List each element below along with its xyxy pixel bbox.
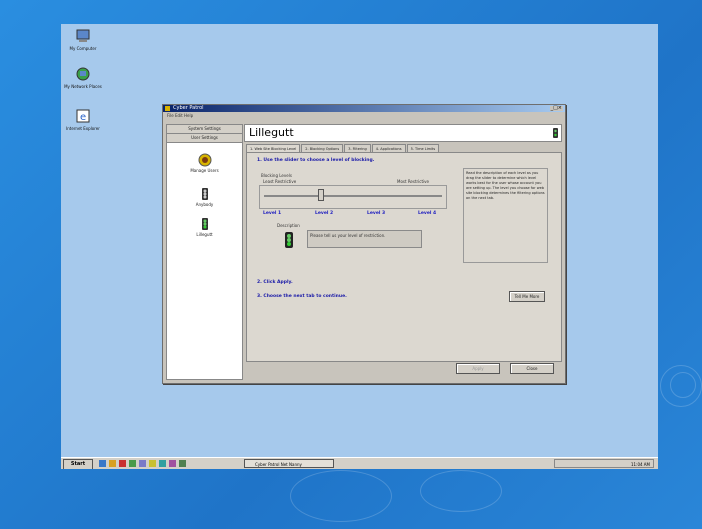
desktop: My Computer My Network Places e Internet…: [61, 24, 658, 469]
help-text-box: Read the description of each level as yo…: [463, 168, 548, 263]
svg-text:e: e: [80, 112, 86, 123]
user-item-manage-users[interactable]: Manage Users: [167, 153, 242, 173]
step-3-text: 3. Choose the next tab to continue.: [257, 294, 347, 299]
window-controls[interactable]: _□×: [549, 106, 563, 111]
user-label: Manage Users: [190, 168, 219, 173]
start-button[interactable]: Start: [63, 459, 93, 469]
network-icon: [75, 66, 91, 82]
desktop-icon-label: My Network Places: [64, 84, 102, 89]
quick-launch-icon[interactable]: [169, 460, 176, 467]
quick-launch-icon[interactable]: [149, 460, 156, 467]
description-label: Description: [277, 223, 300, 228]
tell-me-more-button[interactable]: Tell Me More: [509, 291, 545, 302]
ripple-decoration: [670, 372, 696, 398]
tab-filtering[interactable]: 3. Filtering: [344, 144, 371, 152]
quick-launch-icon[interactable]: [119, 460, 126, 467]
quick-launch-icon[interactable]: [159, 460, 166, 467]
tab-time-limits[interactable]: 5. Time Limits: [406, 144, 440, 152]
tab-user-settings[interactable]: User Settings: [167, 134, 242, 143]
computer-icon: [75, 28, 91, 44]
desktop-icon-my-computer[interactable]: My Computer: [63, 28, 103, 51]
quick-launch-icon[interactable]: [129, 460, 136, 467]
tab-content: 1. Use the slider to choose a level of b…: [246, 152, 562, 362]
slider-track: [264, 195, 442, 197]
user-label: Lillegutt: [196, 232, 213, 237]
level-3-label: Level 3: [367, 211, 386, 216]
traffic-light-green-icon: [553, 128, 558, 138]
quick-launch-icon[interactable]: [179, 460, 186, 467]
user-item-anybody[interactable]: Anybody: [167, 187, 242, 207]
close-button[interactable]: Close: [510, 363, 554, 374]
step-2-text: 2. Click Apply.: [257, 280, 293, 285]
desktop-icon-label: My Computer: [69, 46, 97, 51]
level-1-label: Level 1: [263, 211, 282, 216]
selected-user-name: Lillegutt: [249, 126, 294, 139]
desktop-icon-label: Internet Explorer: [66, 126, 100, 131]
user-label: Anybody: [195, 202, 214, 207]
desktop-icon-internet-explorer[interactable]: e Internet Explorer: [63, 108, 103, 131]
blocking-level-slider[interactable]: [259, 185, 447, 209]
selected-user-header: Lillegutt: [244, 124, 562, 142]
most-restrictive-label: Most Restrictive: [397, 179, 429, 184]
apply-button[interactable]: Apply: [456, 363, 500, 374]
cyber-patrol-window: Cyber Patrol _□× File Edit Help System S…: [162, 104, 566, 384]
slider-thumb[interactable]: [318, 189, 324, 201]
tab-applications[interactable]: 4. Applications: [371, 144, 406, 152]
ripple-decoration: [290, 470, 392, 522]
clock: 11:04 AM: [631, 462, 650, 467]
settings-tabs: 1. Web Site Blocking Level 2. Blocking O…: [246, 144, 440, 152]
user-list-panel: System Settings User Settings Manage Use…: [166, 124, 243, 380]
level-2-label: Level 2: [315, 211, 334, 216]
description-box: Please tell us your level of restriction…: [307, 230, 422, 248]
taskbar-app-button[interactable]: Cyber Patrol Net Nanny: [244, 459, 334, 468]
quick-launch-icon[interactable]: [139, 460, 146, 467]
tab-blocking-options[interactable]: 2. Blocking Options: [301, 144, 344, 152]
least-restrictive-label: Least Restrictive: [263, 179, 297, 184]
traffic-light-icon: [285, 232, 293, 248]
settings-panel: Lillegutt 1. Web Site Blocking Level 2. …: [244, 124, 562, 378]
tab-web-site-blocking[interactable]: 1. Web Site Blocking Level: [246, 144, 301, 152]
quick-launch-icon[interactable]: [99, 460, 106, 467]
system-tray: 11:04 AM: [554, 459, 654, 468]
step-1-text: 1. Use the slider to choose a level of b…: [257, 158, 375, 163]
quick-launch-icon[interactable]: [109, 460, 116, 467]
window-title: Cyber Patrol: [173, 105, 204, 111]
level-4-label: Level 4: [418, 211, 437, 216]
taskbar: Start Cyber Patrol Net Nanny 11:04 AM: [61, 457, 658, 469]
browser-icon: e: [75, 108, 91, 124]
window-titlebar[interactable]: Cyber Patrol _□×: [163, 105, 565, 112]
traffic-light-green-icon: [201, 218, 208, 230]
manage-users-icon: [198, 153, 211, 167]
menu-bar[interactable]: File Edit Help: [163, 112, 565, 119]
traffic-light-icon: [201, 188, 208, 200]
user-item-lillegutt[interactable]: Lillegutt: [167, 217, 242, 237]
blocking-levels-label: Blocking Levels: [261, 173, 292, 178]
app-icon: [165, 106, 170, 111]
desktop-icon-network-places[interactable]: My Network Places: [63, 66, 103, 89]
ripple-decoration: [420, 470, 502, 512]
tab-system-settings[interactable]: System Settings: [167, 125, 242, 134]
